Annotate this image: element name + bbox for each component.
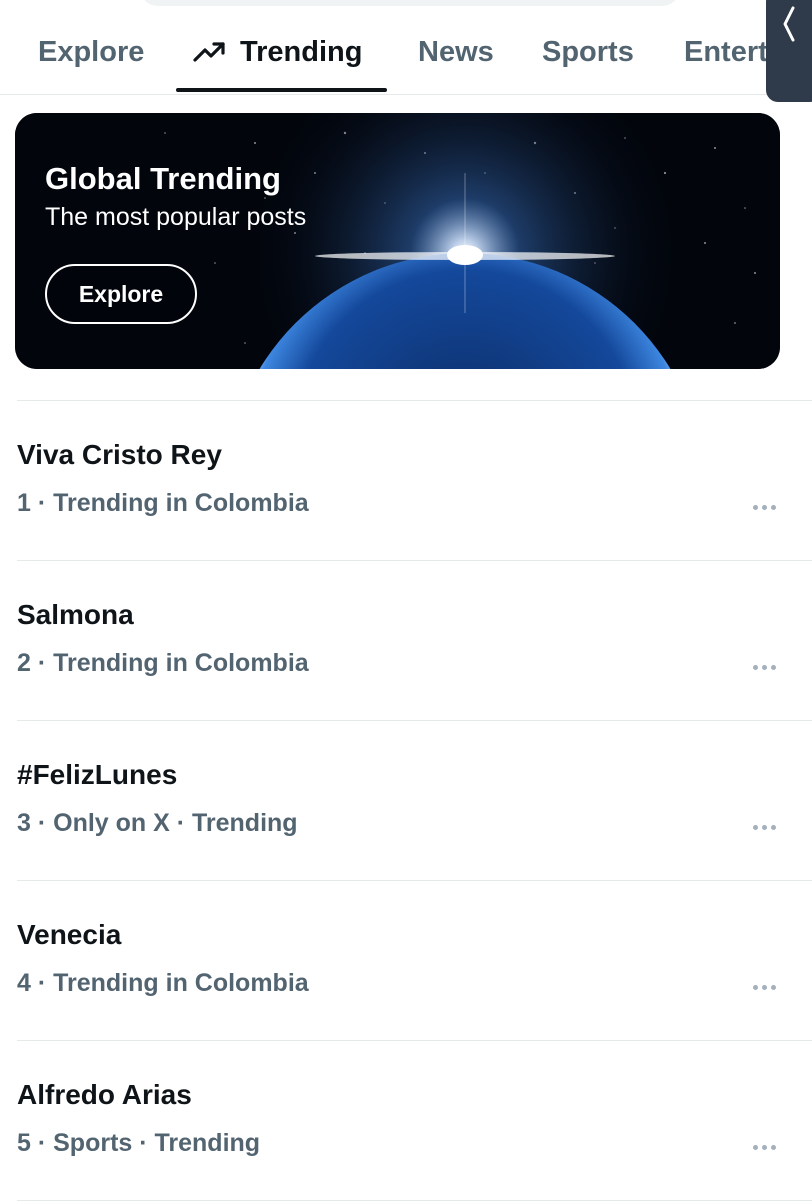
trend-meta: 4 · Trending in Colombia xyxy=(17,969,309,997)
global-trending-card[interactable]: Global Trending The most popular posts E… xyxy=(15,113,780,369)
trend-name: Alfredo Arias xyxy=(17,1079,192,1110)
more-options-icon[interactable] xyxy=(746,975,782,999)
trend-row[interactable]: #FelizLunes 3 · Only on X · Trending xyxy=(0,721,812,881)
explore-button[interactable]: Explore xyxy=(45,264,197,324)
tab-label: Sports xyxy=(542,35,634,68)
trend-name: #FelizLunes xyxy=(17,759,178,790)
trend-row[interactable]: Viva Cristo Rey 1 · Trending in Colombia xyxy=(0,401,812,561)
trend-name: Venecia xyxy=(17,919,122,950)
tab-label: Entert xyxy=(684,35,768,68)
more-options-icon[interactable] xyxy=(746,655,782,679)
drawer-handle[interactable] xyxy=(766,0,812,102)
more-options-icon[interactable] xyxy=(746,495,782,519)
tab-sports[interactable]: Sports xyxy=(542,30,634,92)
trend-meta: 2 · Trending in Colombia xyxy=(17,649,309,677)
tab-entertainment[interactable]: Entert xyxy=(684,30,768,92)
tab-trending[interactable]: Trending xyxy=(192,30,362,92)
tab-news[interactable]: News xyxy=(418,30,494,92)
trend-meta: 1 · Trending in Colombia xyxy=(17,489,309,517)
trend-name: Salmona xyxy=(17,599,134,630)
tab-explore[interactable]: Explore xyxy=(38,30,144,92)
tab-label: Explore xyxy=(38,35,145,68)
tab-label: News xyxy=(418,35,494,68)
chevron-left-icon xyxy=(783,6,795,42)
trend-row[interactable]: Alfredo Arias 5 · Sports · Trending xyxy=(0,1041,812,1201)
tab-bar: Explore Trending News Sports Entert xyxy=(0,0,812,95)
trending-up-icon xyxy=(192,38,228,66)
trend-row[interactable]: Venecia 4 · Trending in Colombia xyxy=(0,881,812,1041)
trend-name: Viva Cristo Rey xyxy=(17,439,222,470)
more-options-icon[interactable] xyxy=(746,1135,782,1159)
trend-row[interactable]: Salmona 2 · Trending in Colombia xyxy=(0,561,812,721)
more-options-icon[interactable] xyxy=(746,815,782,839)
tab-label: Trending xyxy=(240,35,363,68)
earth-background-image xyxy=(15,113,780,369)
card-title: Global Trending xyxy=(45,161,281,196)
trend-meta: 5 · Sports · Trending xyxy=(17,1129,261,1157)
active-tab-indicator xyxy=(176,88,387,92)
trend-meta: 3 · Only on X · Trending xyxy=(17,809,298,837)
card-subtitle: The most popular posts xyxy=(45,203,307,231)
